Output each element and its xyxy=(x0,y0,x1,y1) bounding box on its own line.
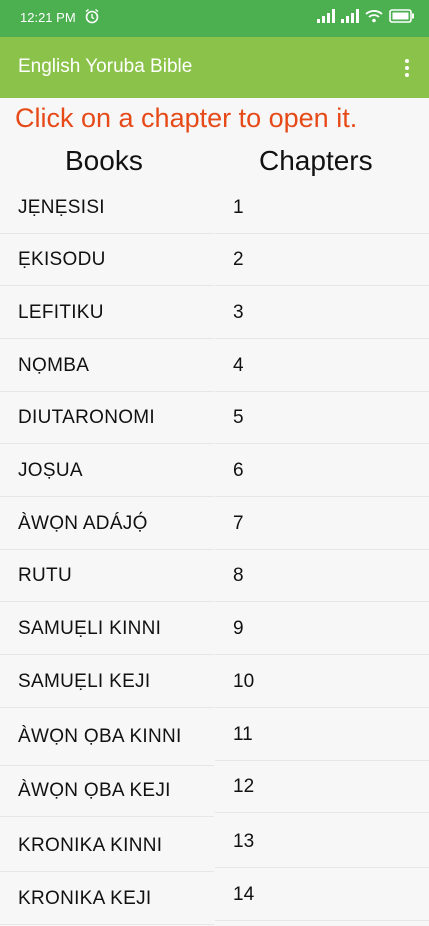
chapter-item[interactable]: 14 xyxy=(215,870,429,921)
chapter-item[interactable]: 10 xyxy=(215,657,429,708)
chapter-item[interactable]: 5 xyxy=(215,393,429,444)
list-row: ÀWỌN ADÁJỌ́ 7 xyxy=(0,499,429,551)
chapter-item[interactable]: 7 xyxy=(215,499,429,550)
wifi-icon xyxy=(365,10,383,23)
status-icons xyxy=(317,9,415,23)
chapter-item[interactable]: 12 xyxy=(215,762,429,813)
chapter-item[interactable]: 9 xyxy=(215,604,429,655)
app-bar: English Yoruba Bible xyxy=(0,37,429,98)
list-row: DIUTARONOMI 5 xyxy=(0,393,429,445)
list-row: ÀWỌN ỌBA KINNI 11 xyxy=(0,708,429,766)
status-bar: 12:21 PM xyxy=(0,0,429,37)
book-name: ÀWỌN ỌBA KEJI xyxy=(0,766,214,817)
signal-icon xyxy=(317,9,335,23)
chapter-item[interactable]: 1 xyxy=(215,183,429,234)
books-header: Books xyxy=(65,145,143,176)
book-name: LEFITIKU xyxy=(0,288,214,339)
chapter-item[interactable]: 8 xyxy=(215,551,429,602)
list-row: KRONIKA KEJI 14 xyxy=(0,870,429,926)
book-name: SAMUẸLI KEJI xyxy=(0,657,214,708)
chapter-item[interactable]: 3 xyxy=(215,288,429,339)
chapter-item[interactable]: 4 xyxy=(215,341,429,392)
book-name: NỌMBA xyxy=(0,341,214,392)
book-name: ÀWỌN ADÁJỌ́ xyxy=(0,499,214,550)
chapter-item[interactable]: 6 xyxy=(215,446,429,497)
list-row: RUTU 8 xyxy=(0,551,429,603)
list-row: SAMUẸLI KEJI 10 xyxy=(0,657,429,709)
book-name: RUTU xyxy=(0,551,214,602)
list-row: ÀWỌN ỌBA KEJI 12 xyxy=(0,762,429,818)
app-title: English Yoruba Bible xyxy=(18,56,193,77)
chapters-header: Chapters xyxy=(259,145,373,176)
book-name: ÀWỌN ỌBA KINNI xyxy=(0,708,214,766)
list-row: JẸNẸSISI 1 xyxy=(0,183,429,235)
book-name: KRONIKA KINNI xyxy=(0,821,214,872)
more-vert-icon[interactable] xyxy=(399,57,415,79)
list-row: LEFITIKU 3 xyxy=(0,288,429,340)
book-name: ẸKISODU xyxy=(0,235,214,286)
list-row: ẸKISODU 2 xyxy=(0,235,429,287)
instruction-text: Click on a chapter to open it. xyxy=(15,103,358,133)
book-name: JẸNẸSISI xyxy=(0,183,214,234)
list-row: KRONIKA KINNI 13 xyxy=(0,817,429,873)
chapter-item[interactable]: 11 xyxy=(215,710,429,761)
book-name: SAMUẸLI KINNI xyxy=(0,604,214,655)
list-row: SAMUẸLI KINNI 9 xyxy=(0,604,429,656)
book-name: DIUTARONOMI xyxy=(0,393,214,444)
list-row: NỌMBA 4 xyxy=(0,341,429,393)
status-time: 12:21 PM xyxy=(20,10,76,25)
signal-icon xyxy=(341,9,359,23)
chapter-item[interactable]: 13 xyxy=(215,817,429,868)
book-name: JOṢUA xyxy=(0,446,214,497)
list-row: JOṢUA 6 xyxy=(0,446,429,498)
alarm-icon xyxy=(85,8,99,24)
chapter-item[interactable]: 2 xyxy=(215,235,429,286)
battery-icon xyxy=(389,9,414,23)
